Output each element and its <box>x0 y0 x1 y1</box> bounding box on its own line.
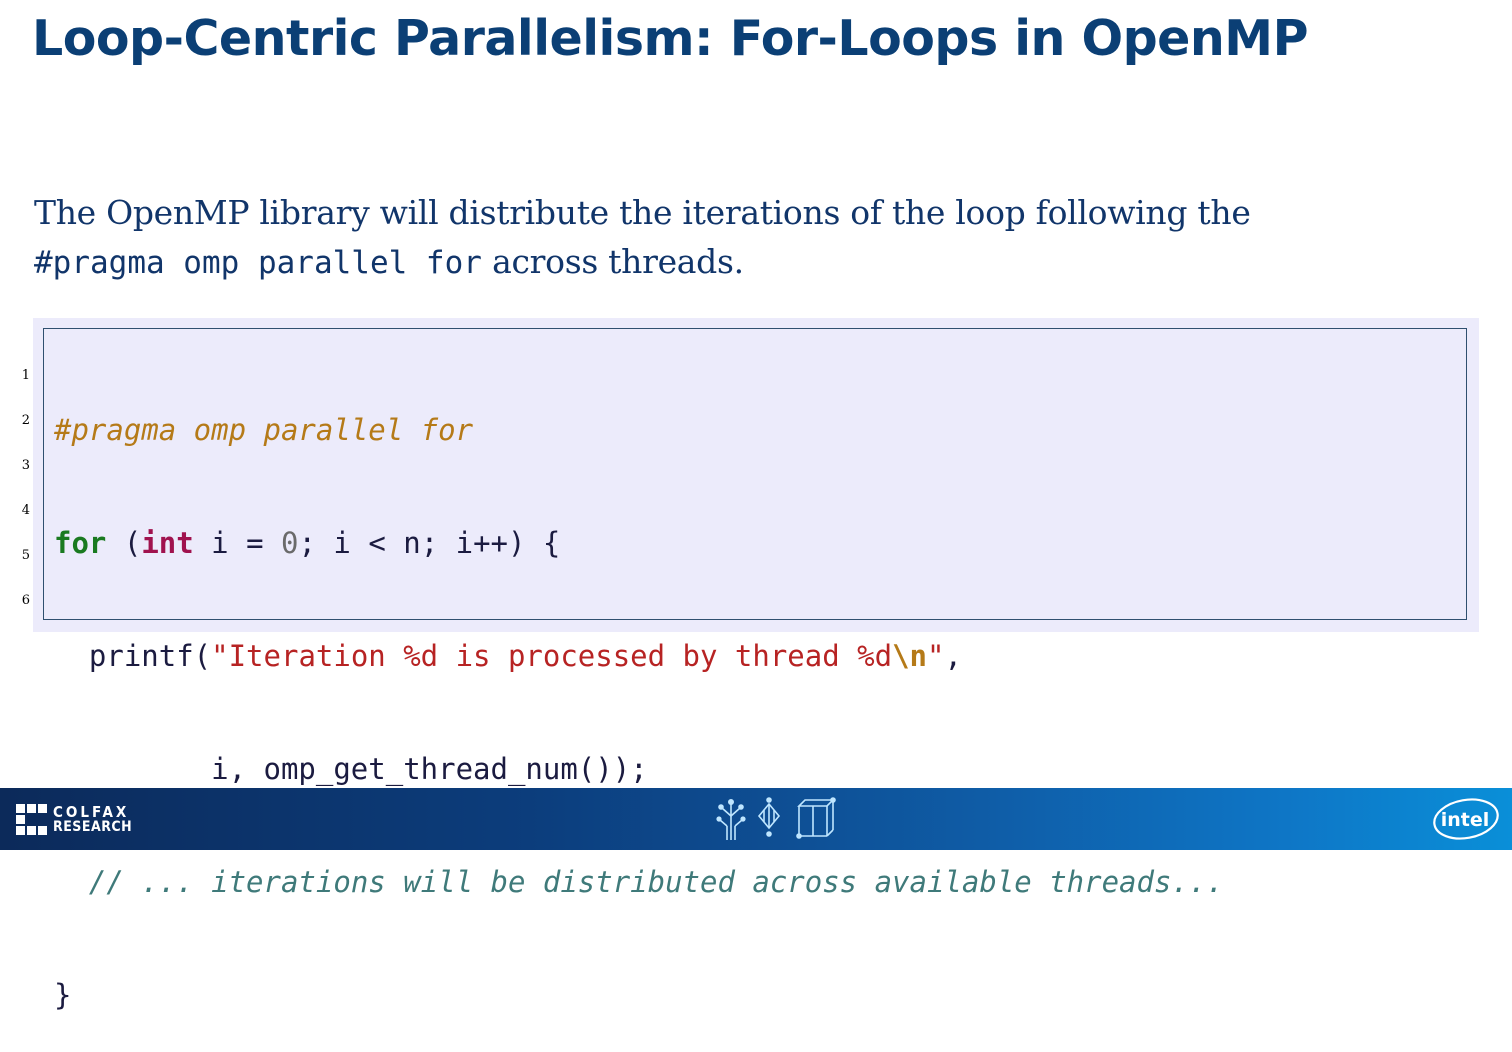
line-number: 5 <box>21 548 30 563</box>
line-number: 1 <box>21 368 30 383</box>
code-line-6: } <box>54 973 1224 1018</box>
colfax-brand-line-1: COLFAX <box>53 802 130 821</box>
body-line-1: The OpenMP library will distribute the i… <box>34 193 1251 232</box>
code-comment: // ... iterations will be distributed ac… <box>88 865 1224 899</box>
number-literal: 0 <box>281 526 299 560</box>
code-text: ( <box>106 526 142 560</box>
code-line-4: i, omp_get_thread_num()); <box>54 747 1224 792</box>
code-text: printf( <box>54 639 212 673</box>
diamond-icon <box>757 797 781 837</box>
code-line-3: printf("Iteration %d is processed by thr… <box>54 634 1224 679</box>
colfax-brand-line-2: RESEARCH <box>53 818 133 835</box>
body-paragraph: The OpenMP library will distribute the i… <box>34 188 1454 288</box>
line-number-gutter: 1 2 3 4 5 6 <box>0 345 30 615</box>
code-text: i, omp_get_thread_num()); <box>54 752 648 786</box>
keyword-for: for <box>54 526 107 560</box>
line-number: 3 <box>21 458 30 473</box>
code-line-2: for (int i = 0; i < n; i++) { <box>54 521 1224 566</box>
code-line-5: // ... iterations will be distributed ac… <box>54 860 1224 905</box>
string-literal-end: " <box>926 639 945 673</box>
line-number: 2 <box>21 413 30 428</box>
escape-sequence: \n <box>892 639 927 673</box>
inline-code-pragma: #pragma omp parallel for <box>34 245 482 281</box>
pragma-directive: #pragma omp parallel for <box>54 413 474 447</box>
line-number: 6 <box>21 593 30 608</box>
code-text: } <box>54 978 72 1012</box>
body-line-2-rest: across threads. <box>481 242 744 281</box>
code-text: , <box>944 639 962 673</box>
colfax-logo-icon <box>16 804 47 835</box>
code-listing: #pragma omp parallel for for (int i = 0;… <box>54 340 1224 1052</box>
keyword-int: int <box>141 526 194 560</box>
colfax-wordmark: COLFAX RESEARCH <box>53 802 133 835</box>
code-line-1: #pragma omp parallel for <box>54 408 1224 453</box>
colfax-logo: COLFAX RESEARCH <box>16 804 132 835</box>
code-text: i = <box>193 526 282 560</box>
line-number: 4 <box>21 503 30 518</box>
string-literal: "Iteration %d is processed by thread %d <box>211 639 893 673</box>
footer-bar: COLFAX RESEARCH intel <box>0 788 1512 850</box>
footer-center-icons <box>716 797 836 840</box>
slide-title: Loop-Centric Parallelism: For-Loops in O… <box>32 10 1308 67</box>
code-text: ; i < n; i++) { <box>298 526 561 560</box>
tree-icon <box>716 798 746 840</box>
cube-icon <box>796 797 836 839</box>
intel-wordmark: intel <box>1441 809 1490 831</box>
intel-logo-icon: intel <box>1433 798 1499 840</box>
